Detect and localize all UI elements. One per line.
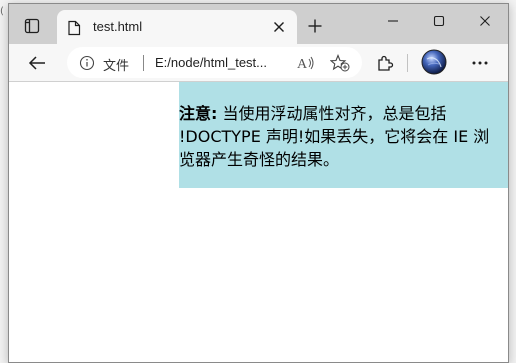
back-arrow-icon[interactable]	[25, 51, 49, 75]
note-text: 当使用浮动属性对齐，总是包括 !DOCTYPE 声明!如果丢失，它将会在 IE …	[179, 104, 490, 169]
toolbar-separator	[407, 54, 408, 72]
browser-window: test.html 文件 E:/node/html_test... A 注意: …	[8, 3, 509, 363]
info-icon[interactable]	[79, 55, 95, 75]
page-viewport: 注意: 当使用浮动属性对齐，总是包括 !DOCTYPE 声明!如果丢失，它将会在…	[9, 82, 508, 362]
document-icon	[67, 20, 81, 40]
maximize-icon[interactable]	[416, 4, 462, 38]
scheme-label: 文件	[103, 59, 130, 74]
floated-note-box: 注意: 当使用浮动属性对齐，总是包括 !DOCTYPE 声明!如果丢失，它将会在…	[179, 82, 508, 188]
puzzle-icon[interactable]	[373, 51, 397, 75]
address-bar[interactable]: 文件 E:/node/html_test... A	[67, 47, 362, 78]
plus-icon[interactable]	[303, 14, 327, 38]
window-controls	[370, 4, 508, 38]
note-label: 注意:	[179, 104, 218, 123]
read-aloud-icon[interactable]: A	[295, 52, 317, 74]
tab-actions-icon[interactable]	[17, 14, 47, 38]
tab-strip: test.html	[9, 4, 508, 44]
minimize-icon[interactable]	[370, 4, 416, 38]
favorite-add-icon[interactable]	[329, 52, 351, 74]
tab-title: test.html	[93, 19, 143, 34]
close-icon[interactable]	[269, 17, 289, 37]
address-separator	[143, 55, 144, 71]
tab-test-html[interactable]: test.html	[57, 10, 297, 44]
svg-text:A: A	[297, 57, 308, 71]
profile-avatar[interactable]	[421, 49, 447, 75]
navigation-toolbar: 文件 E:/node/html_test... A	[9, 44, 508, 82]
url-text[interactable]: E:/node/html_test...	[155, 55, 267, 70]
more-icon[interactable]	[467, 51, 493, 75]
close-window-icon[interactable]	[462, 4, 508, 38]
background-stub-text: (	[0, 6, 4, 17]
